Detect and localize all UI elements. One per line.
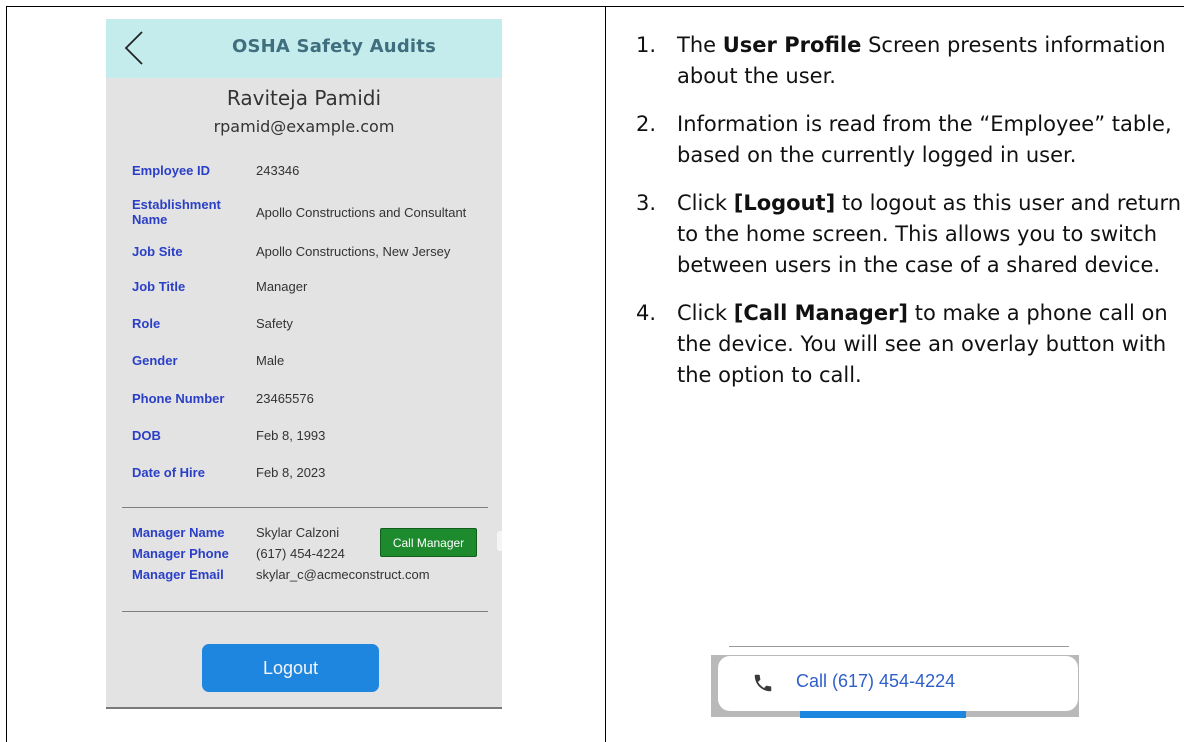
manager-phone-label: Manager Phone — [132, 546, 229, 561]
manager-email: skylar_c@acmeconstruct.com — [256, 567, 430, 582]
profile-details: Employee ID 243346 Establishment Name Ap… — [132, 152, 482, 490]
back-arrow-icon[interactable] — [122, 29, 148, 67]
field-value: Feb 8, 2023 — [256, 464, 326, 480]
field-value: Male — [256, 353, 285, 368]
field-label: Employee ID — [132, 163, 211, 178]
user-profile-screen: OSHA Safety Audits Raviteja Pamidi rpami… — [106, 19, 502, 709]
divider — [122, 611, 488, 612]
manager-email-label: Manager Email — [132, 567, 224, 582]
instruction-item: 1. The User Profile Screen presents infor… — [636, 30, 1184, 92]
profile-row-employee-id: Employee ID 243346 — [132, 152, 482, 189]
manager-phone: (617) 454-4224 — [256, 546, 345, 561]
field-label: Phone Number — [132, 390, 225, 406]
field-label: Establishment Name — [132, 197, 221, 227]
field-label: DOB — [132, 428, 161, 443]
instruction-item: 3. Click [Logout] to logout as this user … — [636, 188, 1184, 281]
instruction-list: 1. The User Profile Screen presents infor… — [636, 30, 1184, 408]
manager-email-row: Manager Email skylar_c@acmeconstruct.com — [132, 564, 482, 585]
manager-name: Skylar Calzoni — [256, 525, 340, 540]
field-value: Apollo Constructions and Consultant — [256, 204, 467, 220]
field-value: Apollo Constructions, New Jersey — [256, 243, 451, 259]
field-value: 23465576 — [256, 390, 314, 406]
logout-button[interactable]: Logout — [202, 644, 379, 692]
field-value: Safety — [256, 316, 293, 331]
item-bold: User Profile — [722, 33, 862, 57]
field-label: Gender — [132, 353, 178, 368]
item-text: The — [677, 33, 723, 57]
table-column-divider — [605, 6, 606, 742]
item-number: 4. — [636, 301, 657, 325]
item-number: 3. — [636, 191, 657, 215]
item-text: Information is read from the “Employee” … — [677, 112, 1172, 167]
manager-name-label: Manager Name — [132, 525, 225, 540]
table-top-border — [6, 6, 1184, 7]
item-bold: [Call Manager] — [733, 301, 909, 325]
field-value: 243346 — [256, 163, 300, 178]
item-text: Click — [677, 191, 734, 215]
field-label: Date of Hire — [132, 464, 205, 480]
field-label: Job Title — [132, 278, 186, 294]
call-overlay-button[interactable]: Call (617) 454-4224 — [718, 656, 1078, 711]
field-label: Job Site — [132, 243, 183, 259]
scroll-indicator — [497, 531, 502, 551]
table-left-border — [6, 6, 7, 742]
profile-row-role: Role Safety — [132, 305, 482, 342]
item-number: 2. — [636, 112, 657, 136]
field-value: Feb 8, 1993 — [256, 428, 326, 443]
profile-row-dob: DOB Feb 8, 1993 — [132, 417, 482, 454]
item-number: 1. — [636, 33, 657, 57]
profile-row-phone-number: Phone Number 23465576 — [132, 379, 482, 417]
profile-row-date-of-hire: Date of Hire Feb 8, 2023 — [132, 454, 482, 490]
call-manager-button[interactable]: Call Manager — [380, 528, 477, 557]
field-value: Manager — [256, 278, 308, 294]
item-text: Click — [677, 301, 734, 325]
profile-row-job-site: Job Site Apollo Constructions, New Jerse… — [132, 235, 482, 267]
profile-row-job-title: Job Title Manager — [132, 267, 482, 305]
instruction-item: 2. Information is read from the “Employee… — [636, 109, 1184, 171]
profile-row-gender: Gender Male — [132, 342, 482, 379]
app-title: OSHA Safety Audits — [232, 36, 436, 57]
call-number-text: Call (617) 454-4224 — [796, 671, 956, 691]
field-label: Role — [132, 316, 161, 331]
user-name: Raviteja Pamidi — [226, 86, 382, 110]
phone-icon — [752, 672, 774, 694]
user-email: rpamid@example.com — [213, 117, 395, 136]
instruction-item: 4. Click [Call Manager] to make a phone c… — [636, 298, 1184, 391]
logout-button-peek — [800, 711, 966, 718]
divider — [729, 646, 1069, 647]
app-header: OSHA Safety Audits — [106, 19, 502, 78]
item-bold: [Logout] — [733, 191, 836, 215]
divider — [122, 507, 488, 508]
profile-row-establishment-name: Establishment Name Apollo Constructions … — [132, 189, 482, 235]
